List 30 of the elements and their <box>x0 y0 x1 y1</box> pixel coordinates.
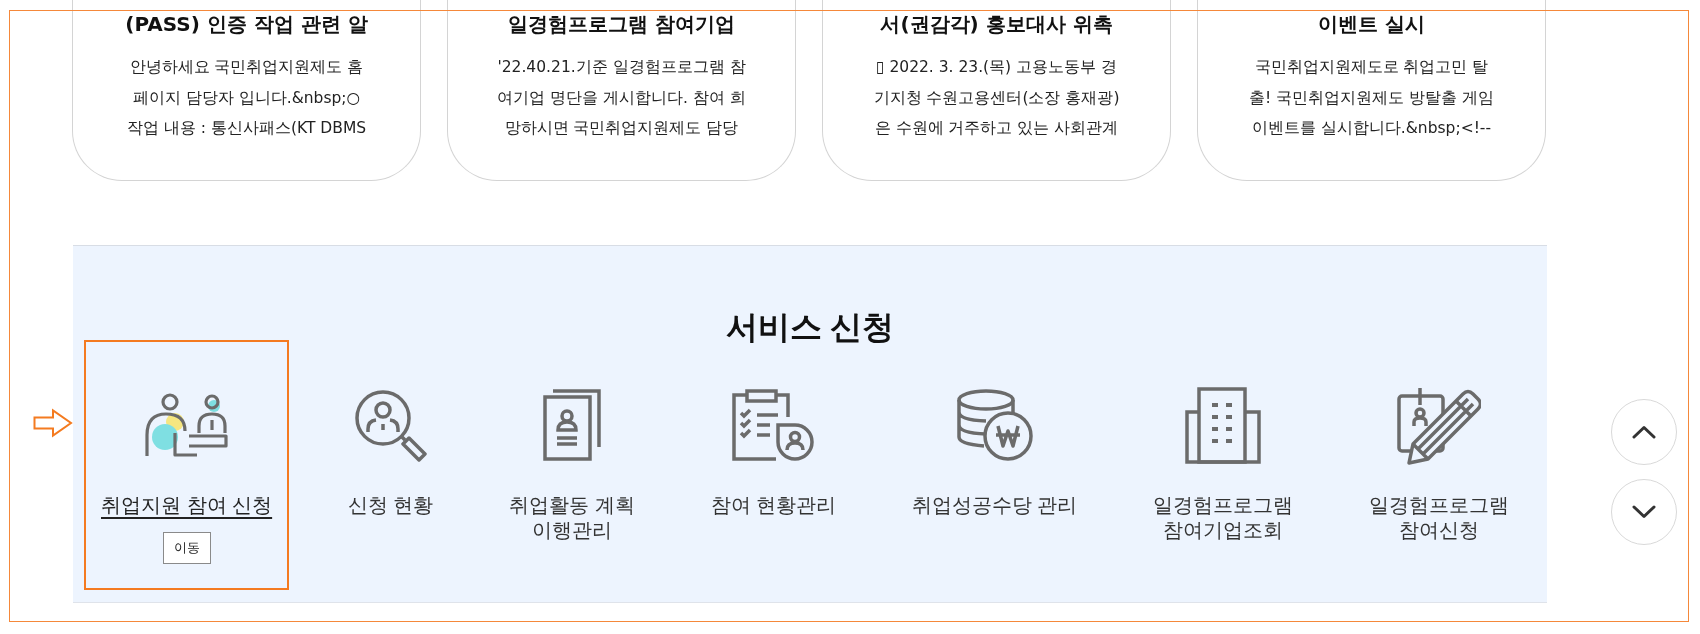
chevron-up-icon <box>1632 425 1656 439</box>
coins-won-icon <box>955 388 1034 462</box>
card-excerpt: 국민취업지원제도로 취업고민 탈 출! 국민취업지원제도 방탈출 게임 이벤트를 실시합니다.&nbsp;<!-- <box>1248 57 1495 139</box>
service-link[interactable]: 일경험프로그램 참여기업조회 <box>1153 493 1294 543</box>
card-excerpt: 안녕하세요 국민취업지원제도 홈 페이지 담당자 입니다.&nbsp;○ 작업 내용 : 통신사패스(KT DBMS <box>125 57 368 139</box>
service-link[interactable]: 취업성공수당 관리 <box>911 493 1078 518</box>
magnifier-person-icon <box>354 388 428 462</box>
card-excerpt: '22.40.21.기준 일경험프로그램 참 여기업 명단을 게시합니다. 참여 희 망하시면 국민취업지원제도 담당 <box>496 57 747 139</box>
go-button[interactable]: 이동 <box>162 532 211 564</box>
id-document-icon <box>543 389 601 461</box>
notice-card[interactable]: 이벤트 실시 국민취업지원제도로 취업고민 탈 출! 국민취업지원제도 방탈출 게임 이벤트를 실시합니다.&nbsp;<!-- <box>1197 0 1546 181</box>
service-link[interactable]: 취업활동 계획 이행관리 <box>509 493 635 543</box>
clipboard-checklist-icon <box>732 388 815 462</box>
card-title: (PASS) 인증 작업 관련 알 <box>124 11 369 38</box>
badge-pencil-icon <box>1396 385 1481 465</box>
service-link[interactable]: 참여 현황관리 <box>710 493 837 518</box>
service-link[interactable]: 신청 현황 <box>347 493 434 518</box>
card-title: 일경험프로그램 참여기업 <box>507 11 736 38</box>
service-link[interactable]: 일경험프로그램 참여신청 <box>1368 493 1509 543</box>
card-excerpt: ▯ 2022. 3. 23.(목) 고용노동부 경 기지청 수원고용센터(소장 홍재광) 은 수원에 거주하고 있는 사회관계 <box>872 57 1121 139</box>
notice-card[interactable]: 서(권감각) 홍보대사 위촉 ▯ 2022. 3. 23.(목) 고용노동부 경 기지청 수원고용센터(소장 홍재광) 은 수원에 거주하고 있는 사회관계 <box>822 0 1171 181</box>
card-title: 이벤트 실시 <box>1317 11 1426 38</box>
arrow-icon <box>33 408 73 438</box>
service-link[interactable]: 취업지원 참여 신청 <box>101 493 273 518</box>
card-title: 서(권감각) 홍보대사 위촉 <box>879 11 1114 38</box>
notice-card[interactable]: 일경험프로그램 참여기업 '22.40.21.기준 일경험프로그램 참 여기업 명단을 게시합니다. 참여 희 망하시면 국민취업지원제도 담당 <box>447 0 796 181</box>
notice-card[interactable]: (PASS) 인증 작업 관련 알 안녕하세요 국민취업지원제도 홈 페이지 담당자 입니다.&nbsp;○ 작업 내용 : 통신사패스(KT DBMS <box>72 0 421 181</box>
building-icon <box>1185 386 1262 464</box>
people-at-desk-icon <box>144 392 229 458</box>
chevron-down-icon <box>1632 505 1656 519</box>
